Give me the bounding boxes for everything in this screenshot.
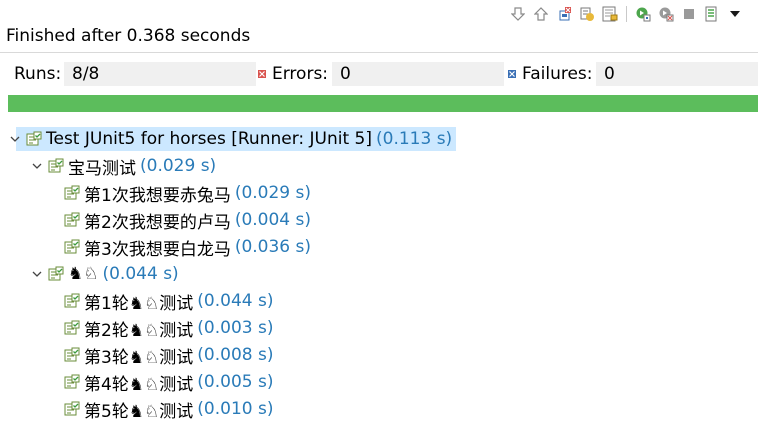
test-ok-icon [64, 374, 80, 390]
failure-icon [508, 70, 516, 78]
test-suite-ok-icon [48, 266, 64, 282]
rerun-failed-first-icon [659, 7, 674, 22]
collapse-chevron-icon[interactable] [8, 132, 22, 146]
tree-test-name: 第2轮♞♘测试 [84, 320, 194, 341]
tree-test-row[interactable]: 第2轮♞♘测试 (0.003 s) [64, 315, 274, 341]
tree-test-row[interactable]: 第2次我想要的卢马 (0.004 s) [64, 207, 311, 233]
test-ok-icon [64, 185, 80, 201]
tree-test-name: 第5轮♞♘测试 [84, 401, 194, 422]
tree-test-time: (0.003 s) [197, 318, 274, 338]
errors-counter: Errors: [258, 62, 328, 86]
tree-test-row[interactable]: 第1次我想要赤兔马 (0.029 s) [64, 180, 311, 206]
previous-failure-button[interactable] [532, 5, 550, 23]
tree-test-row[interactable]: 第3轮♞♘测试 (0.008 s) [64, 342, 274, 368]
runs-label: Runs: [14, 64, 62, 84]
tree-test-time: (0.004 s) [234, 210, 312, 230]
test-ok-icon [64, 212, 80, 228]
runs-counter: Runs: [14, 62, 61, 86]
test-ok-icon [64, 401, 80, 417]
show-failures-only-button[interactable] [555, 5, 573, 23]
toolbar-separator [626, 6, 627, 22]
junit-toolbar [509, 4, 758, 24]
tree-test-name: 第4轮♞♘测试 [84, 374, 194, 395]
test-ok-icon [64, 320, 80, 336]
rerun-failed-first-button[interactable] [657, 5, 675, 23]
failures-counter: Failures: [508, 62, 593, 86]
tree-test-row[interactable]: 第4轮♞♘测试 (0.005 s) [64, 369, 274, 395]
test-ok-icon [64, 239, 80, 255]
counter-panel: Runs: 8/8 Errors: 0 Failures: 0 [8, 62, 758, 86]
scroll-lock-button[interactable] [601, 5, 619, 23]
stop-button[interactable] [680, 5, 698, 23]
view-menu-button[interactable] [726, 5, 744, 23]
test-run-history-icon [705, 6, 717, 22]
rerun-test-button[interactable] [634, 5, 652, 23]
test-ok-icon [64, 293, 80, 309]
rerun-test-icon [636, 7, 651, 22]
collapse-chevron-icon[interactable] [30, 267, 44, 281]
status-divider [0, 52, 758, 53]
finished-status-text: Finished after 0.368 seconds [6, 26, 251, 46]
previous-failure-icon [534, 7, 548, 21]
scroll-lock-icon [602, 6, 618, 22]
tree-test-row[interactable]: 第1轮♞♘测试 (0.044 s) [64, 288, 274, 314]
tree-group-row[interactable]: 宝马测试 (0.029 s) [22, 153, 216, 179]
error-icon [258, 70, 266, 78]
tree-group-row[interactable]: ♞♘ (0.044 s) [22, 261, 179, 287]
errors-value: 0 [332, 62, 504, 86]
tree-test-time: (0.010 s) [197, 399, 274, 419]
view-menu-icon [730, 11, 740, 17]
collapse-chevron-icon[interactable] [30, 159, 44, 173]
next-failure-icon [511, 7, 525, 21]
failures-label: Failures: [522, 64, 593, 84]
tree-test-time: (0.029 s) [234, 183, 312, 203]
tree-test-time: (0.044 s) [197, 291, 274, 311]
tree-group-name: 宝马测试 [68, 158, 136, 179]
stop-icon [684, 9, 694, 19]
test-ok-icon [64, 347, 80, 363]
tree-group-time: (0.029 s) [140, 156, 217, 176]
errors-label: Errors: [272, 64, 329, 84]
failures-value: 0 [596, 62, 758, 86]
tree-test-name: 第3次我想要白龙马 [84, 239, 231, 260]
runs-value: 8/8 [64, 62, 256, 86]
test-progress-fill [8, 95, 758, 112]
show-failures-only-icon [559, 7, 571, 21]
tree-test-name: 第3轮♞♘测试 [84, 347, 194, 368]
tree-root-time: (0.113 s) [376, 129, 453, 149]
test-progress-bar [8, 95, 758, 112]
show-skipped-only-icon [580, 7, 594, 21]
tree-root-name: Test JUnit5 for horses [Runner: JUnit 5] [46, 129, 372, 149]
tree-test-name: 第1轮♞♘测试 [84, 293, 194, 314]
test-suite-ok-icon [26, 131, 42, 147]
test-suite-ok-icon [48, 158, 64, 174]
tree-group-name: ♞♘ [68, 264, 99, 284]
test-run-history-button[interactable] [703, 5, 721, 23]
tree-test-row[interactable]: 第3次我想要白龙马 (0.036 s) [64, 234, 311, 260]
tree-root-row[interactable]: Test JUnit5 for horses [Runner: JUnit 5]… [0, 126, 456, 152]
tree-test-time: (0.008 s) [197, 345, 274, 365]
tree-test-time: (0.005 s) [197, 372, 274, 392]
show-skipped-only-button[interactable] [578, 5, 596, 23]
tree-group-time: (0.044 s) [102, 264, 179, 284]
tree-test-name: 第1次我想要赤兔马 [84, 185, 231, 206]
next-failure-button[interactable] [509, 5, 527, 23]
tree-test-time: (0.036 s) [234, 237, 312, 257]
tree-test-row[interactable]: 第5轮♞♘测试 (0.010 s) [64, 396, 274, 422]
tree-test-name: 第2次我想要的卢马 [84, 212, 231, 233]
